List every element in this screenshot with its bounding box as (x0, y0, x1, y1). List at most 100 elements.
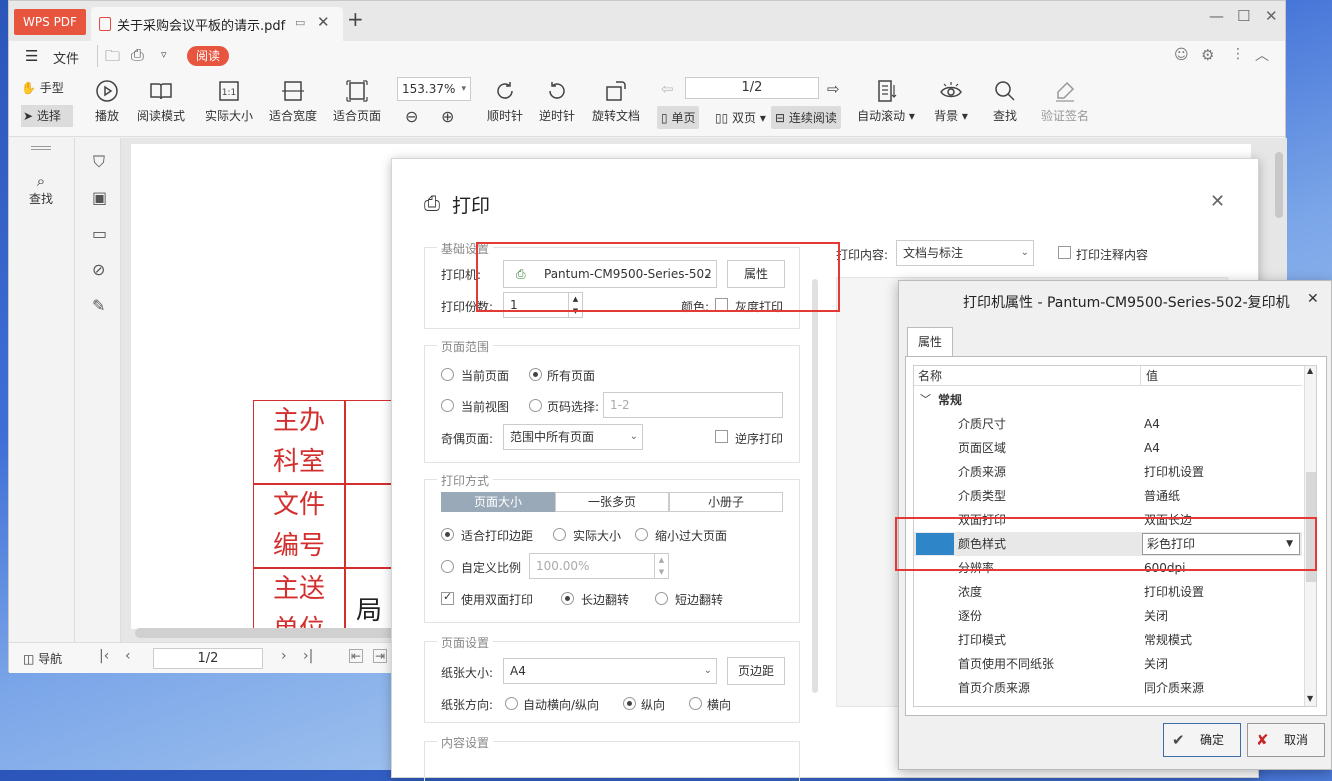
attachment-icon[interactable]: ⊘ (92, 260, 105, 279)
hamburger-menu-icon[interactable]: ☰ (25, 47, 38, 65)
fit-width-button[interactable]: 适合宽度 (265, 79, 321, 124)
custom-scale-radio[interactable] (441, 560, 454, 573)
duplex-checkbox[interactable] (441, 590, 454, 605)
hand-tool[interactable]: ✋ 手型 (21, 79, 73, 99)
maximize-icon[interactable]: ☐ (1237, 7, 1250, 25)
auto-orientation-radio[interactable] (505, 697, 518, 710)
portrait-radio[interactable] (623, 697, 636, 710)
current-page-radio[interactable] (441, 368, 454, 381)
property-row[interactable]: 首页使用不同纸张 关闭 (914, 652, 1302, 676)
left-find-button[interactable]: ⌕ 查找 (29, 172, 53, 207)
zoom-out-icon[interactable]: ⊖ (405, 107, 418, 126)
long-edge-radio[interactable] (561, 592, 574, 605)
file-menu[interactable]: 文件 (53, 48, 79, 67)
scroll-up-icon[interactable]: ▲ (1307, 366, 1313, 375)
zoom-in-icon[interactable]: ⊕ (441, 107, 454, 126)
more-dropdown-icon[interactable]: ▿ (161, 48, 167, 61)
ok-button[interactable]: ✔ 确定 (1163, 723, 1241, 757)
zoom-input[interactable]: 153.37% ▾ (397, 77, 471, 101)
verify-sign-button[interactable]: 验证签名 (1037, 79, 1093, 124)
fit-margin-radio[interactable] (441, 528, 454, 541)
vertical-scrollbar[interactable] (1275, 152, 1283, 218)
horizontal-scrollbar[interactable] (135, 628, 405, 638)
drag-handle[interactable] (31, 146, 51, 150)
status-page-input[interactable]: 1/2 (153, 648, 263, 669)
dialog-scrollbar[interactable] (812, 279, 818, 693)
property-row[interactable]: 页面区域 A4 (914, 436, 1302, 460)
scroll-down-icon[interactable]: ▼ (1307, 694, 1313, 703)
wps-logo[interactable]: WPS PDF (14, 9, 86, 35)
read-badge[interactable]: 阅读 (187, 46, 229, 66)
close-dialog-icon[interactable]: ✕ (1210, 191, 1225, 212)
fit-right-icon[interactable]: ⇥ (373, 649, 387, 663)
next-page-icon[interactable]: › (281, 648, 287, 664)
page-number-input[interactable]: 1/2 (685, 77, 819, 99)
rotate-ccw-button[interactable]: 逆时针 (535, 79, 579, 124)
prev-page-arrow-icon[interactable]: ⇦ (661, 80, 674, 98)
tab-booklet[interactable]: 小册子 (669, 492, 783, 512)
paper-size-select[interactable]: A4 ⌄ (503, 658, 717, 684)
cancel-button[interactable]: ✘ 取消 (1247, 723, 1325, 757)
tab-multi-page[interactable]: 一张多页 (555, 492, 669, 512)
property-row[interactable]: 介质尺寸 A4 (914, 412, 1302, 436)
collapse-ribbon-icon[interactable]: ︿ (1255, 45, 1269, 65)
reverse-print-checkbox[interactable] (715, 430, 728, 443)
group-row-general[interactable]: ﹀ 常规 (914, 388, 1302, 412)
thumbnail-icon[interactable]: ▣ (92, 188, 107, 207)
tab-properties[interactable]: 属性 (907, 327, 953, 357)
auto-scroll-button[interactable]: 自动滚动 ▾ (855, 79, 917, 124)
print-comments-checkbox[interactable] (1058, 246, 1071, 259)
close-tab-icon[interactable]: ✕ (317, 13, 330, 31)
next-page-arrow-icon[interactable]: ⇨ (827, 80, 840, 98)
background-button[interactable]: 背景 ▾ (931, 79, 971, 124)
stepper-up-icon[interactable]: ▲ (654, 554, 668, 566)
property-row[interactable]: 浓度 打印机设置 (914, 580, 1302, 604)
single-page-button[interactable]: ▯ 单页 (657, 106, 700, 129)
margins-button[interactable]: 页边距 (727, 657, 785, 685)
property-row[interactable]: 介质类型 普通纸 (914, 484, 1302, 508)
double-page-button[interactable]: ▯▯ 双页 ▾ (711, 106, 770, 129)
landscape-radio[interactable] (689, 697, 702, 710)
current-view-radio[interactable] (441, 399, 454, 412)
stepper-down-icon[interactable]: ▼ (654, 566, 668, 578)
minimize-icon[interactable]: — (1209, 7, 1224, 25)
print-content-select[interactable]: 文档与标注 ⌄ (896, 240, 1034, 266)
close-props-icon[interactable]: ✕ (1307, 291, 1319, 307)
float-window-icon[interactable]: ▭ (295, 16, 305, 29)
property-row[interactable]: 介质来源 打印机设置 (914, 460, 1302, 484)
find-button[interactable]: 查找 (987, 79, 1023, 124)
prev-page-icon[interactable]: ‹ (125, 648, 131, 664)
close-window-icon[interactable]: ✕ (1265, 7, 1278, 25)
all-pages-radio[interactable] (529, 368, 542, 381)
bookmark-icon[interactable]: ⛉ (93, 152, 105, 172)
last-page-icon[interactable]: ›| (303, 648, 313, 664)
property-row[interactable]: 首页介质来源 同介质来源 (914, 676, 1302, 700)
actual-size-button[interactable]: 1:1 实际大小 (201, 79, 257, 124)
tab-page-size[interactable]: 页面大小 (441, 492, 555, 512)
feedback-icon[interactable]: ☺ (1174, 47, 1189, 63)
document-tab[interactable]: 关于采购会议平板的请示.pdf ▭ ✕ (91, 7, 343, 41)
print-icon[interactable]: ⎙ (131, 45, 144, 65)
first-page-icon[interactable]: |‹ (99, 648, 109, 664)
new-tab-icon[interactable]: + (347, 7, 364, 31)
fit-page-button[interactable]: 适合页面 (329, 79, 385, 124)
short-edge-radio[interactable] (655, 592, 668, 605)
shrink-radio[interactable] (635, 528, 648, 541)
fit-left-icon[interactable]: ⇤ (349, 649, 363, 663)
page-select-input[interactable]: 1-2 (603, 392, 783, 418)
play-button[interactable]: 播放 (87, 79, 127, 124)
select-tool[interactable]: ➤ 选择 (21, 105, 73, 127)
scale-input[interactable]: 100.00% ▲ ▼ (529, 553, 669, 579)
property-row[interactable]: 逐份 关闭 (914, 604, 1302, 628)
signature-icon[interactable]: ✎ (92, 296, 105, 315)
rotate-doc-button[interactable]: 旋转文档 (589, 79, 643, 124)
nav-button[interactable]: ◫ 导航 (23, 650, 62, 667)
open-folder-icon[interactable]: 🗀 (105, 46, 120, 71)
more-options-icon[interactable]: ⋮ (1231, 46, 1245, 62)
page-select-radio[interactable] (529, 399, 542, 412)
actual-size-radio[interactable] (553, 528, 566, 541)
odd-even-select[interactable]: 范围中所有页面 ⌄ (503, 424, 643, 450)
rotate-cw-button[interactable]: 顺时针 (483, 79, 527, 124)
continuous-read-button[interactable]: ⊟ 连续阅读 (771, 106, 841, 129)
settings-icon[interactable]: ⚙ (1201, 46, 1214, 64)
